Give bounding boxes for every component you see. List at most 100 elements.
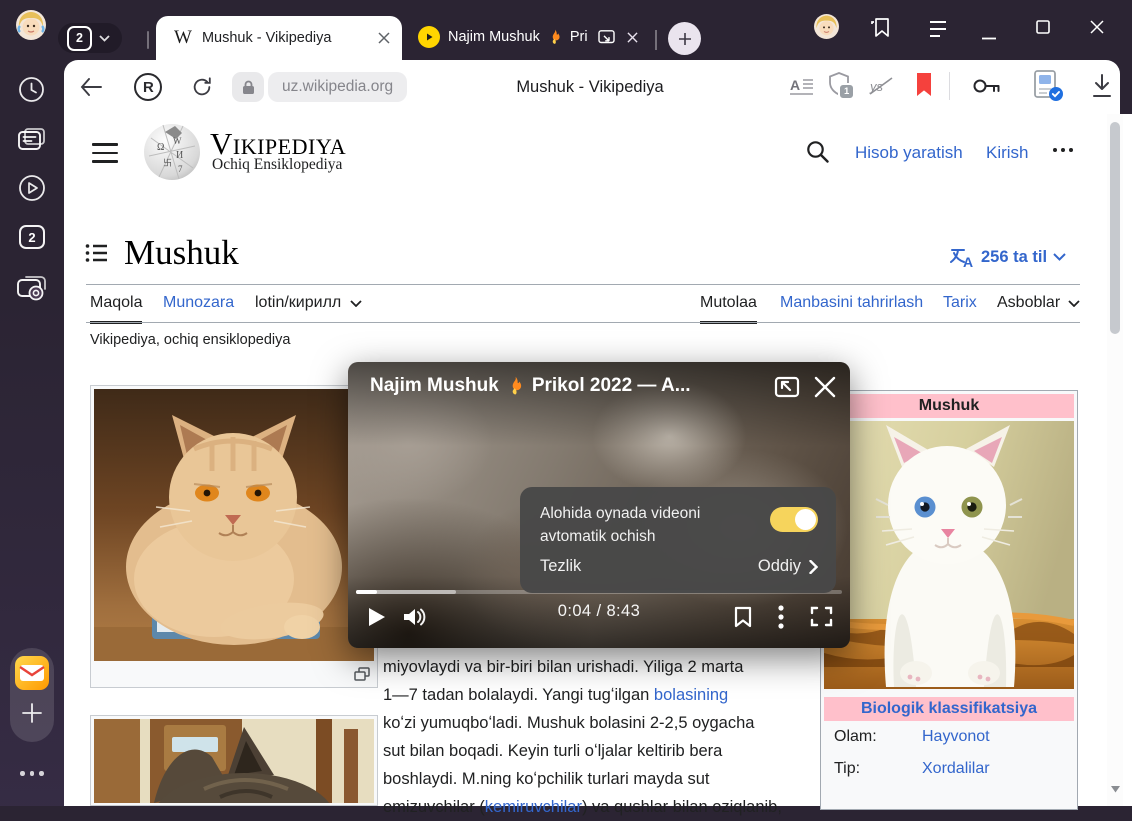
- sidebar-screenshot-button[interactable]: [16, 274, 48, 302]
- page-translate-button[interactable]: [1032, 70, 1064, 102]
- scrollbar-thumb[interactable]: [1110, 122, 1120, 334]
- svg-text:7: 7: [178, 164, 183, 174]
- yandex-mail-icon: [15, 656, 49, 690]
- tab-maqola[interactable]: Maqola: [90, 294, 142, 324]
- sidebar-tabs-button[interactable]: 2: [18, 224, 46, 250]
- fullscreen-button[interactable]: [810, 606, 833, 632]
- tab-strip: 2 W Mushuk - Vikipediya Najim Mushuk Pri: [0, 0, 1132, 60]
- site-security-button[interactable]: [232, 72, 264, 102]
- row-label: Tip:: [834, 760, 922, 778]
- reader-mode-button[interactable]: A: [790, 75, 814, 102]
- adblock-shield-button[interactable]: 1: [828, 72, 858, 102]
- wiki-link[interactable]: bolasining: [654, 686, 728, 704]
- wiki-tagline: Ochiq Ensiklopediya: [212, 156, 342, 174]
- sidebar-add-app-button[interactable]: [21, 702, 43, 724]
- tab-wikipedia[interactable]: W Mushuk - Vikipediya: [156, 16, 402, 60]
- wiki-link[interactable]: Hayvonot: [922, 728, 990, 746]
- refresh-button[interactable]: [189, 74, 215, 100]
- yandex-glyph: Я: [143, 79, 154, 96]
- svg-text:A: A: [963, 254, 973, 268]
- paragraph-line: sut bilan boqadi. Keyin turli oʻljalar k…: [383, 737, 813, 765]
- language-count: 256 ta til: [981, 248, 1047, 267]
- search-icon: [806, 140, 829, 163]
- adblock-count-badge: 1: [838, 83, 855, 100]
- exit-pip-button[interactable]: [774, 375, 800, 404]
- screen-camera-icon: [16, 274, 48, 302]
- nav-rule: [86, 322, 1080, 323]
- close-tab-icon[interactable]: [378, 32, 390, 44]
- pip-player-window[interactable]: Najim Mushuk Prikol 2022 — A... 0:04 / 8…: [348, 362, 850, 648]
- player-menu-button[interactable]: [778, 605, 784, 634]
- wiki-link[interactable]: Xordalilar: [922, 760, 990, 778]
- yandex-search-button[interactable]: Я: [134, 73, 162, 101]
- tab-history[interactable]: Tarix: [943, 294, 977, 321]
- svg-text:W: W: [173, 136, 182, 146]
- article-image-cat-on-book[interactable]: [90, 385, 378, 688]
- profile-avatar[interactable]: [16, 10, 46, 45]
- toolbar-divider: [949, 72, 950, 100]
- sidebar-history-button[interactable]: [18, 76, 45, 103]
- svg-text:И: И: [176, 150, 183, 161]
- page-scrollbar[interactable]: [1107, 114, 1123, 806]
- tab-mutolaa[interactable]: Mutolaa: [700, 294, 757, 324]
- tab-edit-source[interactable]: Manbasini tahrirlash: [780, 294, 923, 321]
- autopip-label: Alohida oynada videoni avtomatik ochish: [540, 502, 750, 548]
- minimize-button[interactable]: [982, 27, 996, 45]
- sidebar-more-button[interactable]: [20, 771, 44, 776]
- tools-menu[interactable]: Asboblar: [997, 294, 1080, 321]
- tab-counter-button[interactable]: 2: [58, 23, 122, 53]
- speed-value-button[interactable]: Oddiy: [758, 557, 818, 576]
- close-tab-icon[interactable]: [627, 32, 638, 43]
- new-tab-button[interactable]: [668, 22, 701, 55]
- infobox-title: Mushuk: [824, 394, 1074, 418]
- scrollbar-down-arrow[interactable]: [1111, 786, 1120, 793]
- sidebar-video-button[interactable]: [18, 174, 46, 202]
- white-kitten-image[interactable]: [824, 421, 1074, 689]
- account-avatar[interactable]: [814, 14, 839, 44]
- svg-text:卐: 卐: [163, 158, 172, 168]
- close-window-button[interactable]: [1090, 20, 1104, 39]
- close-pip-button[interactable]: [814, 376, 836, 403]
- key-icon: [972, 74, 1002, 98]
- wiki-more-button[interactable]: [1053, 148, 1073, 152]
- downloads-button[interactable]: [1090, 73, 1114, 104]
- toggle-knob: [795, 509, 816, 530]
- article-image-tabby-cat[interactable]: [90, 715, 378, 806]
- wikipedia-globe-logo[interactable]: Ω W И 卐 7: [143, 122, 201, 187]
- svg-text:Ω: Ω: [157, 142, 164, 153]
- cat-on-book-image: [94, 389, 374, 661]
- create-account-link[interactable]: Hisob yaratish: [855, 143, 963, 163]
- javascript-off-button[interactable]: ys: [868, 76, 894, 101]
- pip-icon[interactable]: [598, 30, 615, 45]
- infobox-section-header[interactable]: Biologik klassifikatsiya: [824, 697, 1074, 721]
- time-display: 0:04 / 8:43: [348, 602, 850, 621]
- tab-munozara[interactable]: Munozara: [163, 294, 234, 321]
- paragraph-line: miyovlaydi va bir-biri bilan urishadi. Y…: [383, 653, 813, 681]
- maximize-button[interactable]: [1036, 20, 1050, 39]
- svg-text:A: A: [790, 77, 800, 93]
- back-button[interactable]: [78, 75, 104, 99]
- bookmark-video-button[interactable]: [734, 606, 752, 633]
- paragraph-line: koʻzi yumuqboʻladi. Mushuk bolasini 2-2,…: [383, 709, 813, 737]
- login-link[interactable]: Kirish: [986, 143, 1029, 163]
- bookmark-saved-button[interactable]: [914, 72, 934, 103]
- infobox-taxobox: Mushuk: [820, 390, 1078, 810]
- collections-bookmark-icon[interactable]: [870, 16, 892, 45]
- chevron-down-icon: [1053, 253, 1066, 261]
- password-manager-button[interactable]: [972, 74, 1002, 103]
- address-bar[interactable]: uz.wikipedia.org: [268, 72, 407, 102]
- tab-title: Najim Mushuk: [448, 29, 540, 45]
- sidebar-feed-button[interactable]: [17, 126, 47, 154]
- enlarge-icon[interactable]: [354, 667, 370, 686]
- language-selector[interactable]: A 256 ta til: [950, 246, 1066, 268]
- fire-emoji-icon: [507, 376, 524, 396]
- contents-button[interactable]: [85, 243, 108, 263]
- wiki-menu-button[interactable]: [92, 143, 118, 163]
- autopip-toggle[interactable]: [770, 507, 818, 532]
- variant-selector[interactable]: lotin/кирилл: [255, 294, 362, 321]
- tab-video[interactable]: Najim Mushuk Pri: [408, 16, 650, 58]
- wiki-search-button[interactable]: [806, 140, 829, 163]
- menu-icon[interactable]: [928, 20, 948, 43]
- sidebar-mail-app[interactable]: [15, 656, 49, 695]
- wiki-link[interactable]: kemiruvchilar: [485, 798, 582, 816]
